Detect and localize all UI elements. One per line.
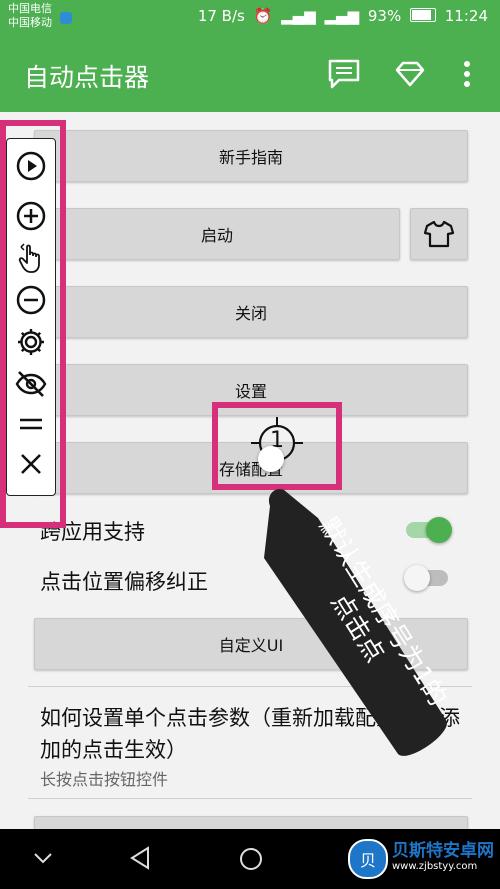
watermark-logo: 贝	[348, 839, 388, 879]
carrier-2: 中国移动	[8, 16, 52, 29]
skin-button[interactable]	[410, 208, 468, 260]
signal-icon: ▂▄▆	[281, 7, 316, 25]
guide-button[interactable]: 新手指南	[34, 130, 468, 182]
network-speed: 17 B/s	[197, 7, 245, 25]
shield-icon	[60, 12, 72, 24]
alarm-icon: ⏰	[253, 7, 273, 25]
watermark-url: www.zjbstyy.com	[392, 861, 478, 872]
diamond-icon[interactable]	[392, 56, 428, 92]
watermark: 贝 贝斯特安卓网 www.zjbstyy.com	[348, 839, 494, 879]
carrier-info: 中国电信 中国移动	[8, 2, 52, 30]
close-button[interactable]: 关闭	[34, 286, 468, 338]
app-bar: 自动点击器	[0, 36, 500, 112]
status-right: 17 B/s ⏰ ▂▄▆ ▂▄▆ 93% 11:24	[194, 7, 488, 25]
carrier-1: 中国电信	[8, 2, 52, 15]
start-button[interactable]: 启动	[34, 208, 400, 260]
watermark-name: 贝斯特安卓网	[392, 841, 494, 861]
home-icon[interactable]	[238, 846, 264, 876]
panel-highlight-box	[0, 120, 66, 528]
shirt-icon	[423, 220, 455, 248]
more-options-icon[interactable]	[452, 56, 482, 92]
target-highlight-box	[212, 402, 342, 490]
app-title: 自动点击器	[24, 63, 150, 92]
battery-icon	[409, 8, 436, 22]
battery-percent: 93%	[367, 7, 402, 25]
nav-down-icon[interactable]	[32, 847, 54, 873]
message-icon[interactable]	[326, 56, 362, 92]
status-bar: 中国电信 中国移动 17 B/s ⏰ ▂▄▆ ▂▄▆ 93% 11:24	[0, 0, 500, 36]
clock: 11:24	[444, 7, 488, 25]
divider	[28, 798, 472, 799]
offset-label: 点击位置偏移纠正	[40, 570, 208, 594]
back-icon[interactable]	[128, 845, 152, 875]
signal-icon-2: ▂▄▆	[324, 7, 360, 25]
pref-subtitle: 长按点击按钮控件	[40, 770, 169, 789]
